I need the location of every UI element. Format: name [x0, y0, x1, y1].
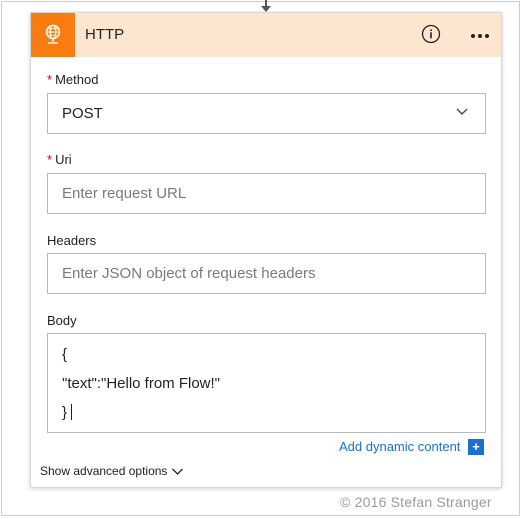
headers-placeholder: Enter JSON object of request headers: [62, 265, 316, 282]
uri-label: * Uri: [47, 152, 72, 167]
body-line: {: [62, 346, 68, 363]
show-advanced-options-button[interactable]: Show advanced options: [40, 464, 184, 478]
method-value: POST: [62, 105, 103, 122]
add-dynamic-content-link[interactable]: Add dynamic content: [339, 439, 460, 454]
body-line: "text":"Hello from Flow!": [62, 375, 220, 392]
body-line: }: [62, 404, 68, 421]
method-label-text: Method: [55, 72, 99, 87]
uri-placeholder: Enter request URL: [62, 185, 187, 202]
uri-input[interactable]: Enter request URL: [47, 173, 486, 214]
show-advanced-options-label: Show advanced options: [40, 464, 168, 478]
copyright-watermark: © 2016 Stefan Stranger: [340, 494, 492, 510]
method-dropdown[interactable]: POST: [47, 93, 486, 134]
method-label: * Method: [47, 72, 98, 87]
required-marker: *: [47, 72, 53, 87]
chevron-down-icon: [456, 108, 468, 115]
body-textarea[interactable]: { "text":"Hello from Flow!" }: [47, 333, 486, 433]
more-options-icon[interactable]: [469, 26, 491, 44]
text-cursor: [71, 404, 72, 420]
headers-input[interactable]: Enter JSON object of request headers: [47, 253, 486, 294]
add-dynamic-content-plus-icon[interactable]: +: [468, 439, 484, 455]
headers-label: Headers: [47, 233, 97, 248]
required-marker: *: [47, 152, 53, 167]
action-title: HTTP: [85, 26, 125, 43]
globe-icon: [45, 24, 61, 44]
page: HTTP * Method POST * Uri Enter request U…: [0, 0, 523, 519]
action-icon-box: [31, 13, 75, 57]
body-label: Body: [47, 313, 77, 328]
uri-label-text: Uri: [55, 152, 72, 167]
chevron-down-icon: [172, 468, 184, 475]
http-action-card: HTTP * Method POST * Uri Enter request U…: [30, 12, 502, 488]
card-header[interactable]: HTTP: [31, 13, 501, 57]
info-icon[interactable]: [421, 24, 441, 44]
